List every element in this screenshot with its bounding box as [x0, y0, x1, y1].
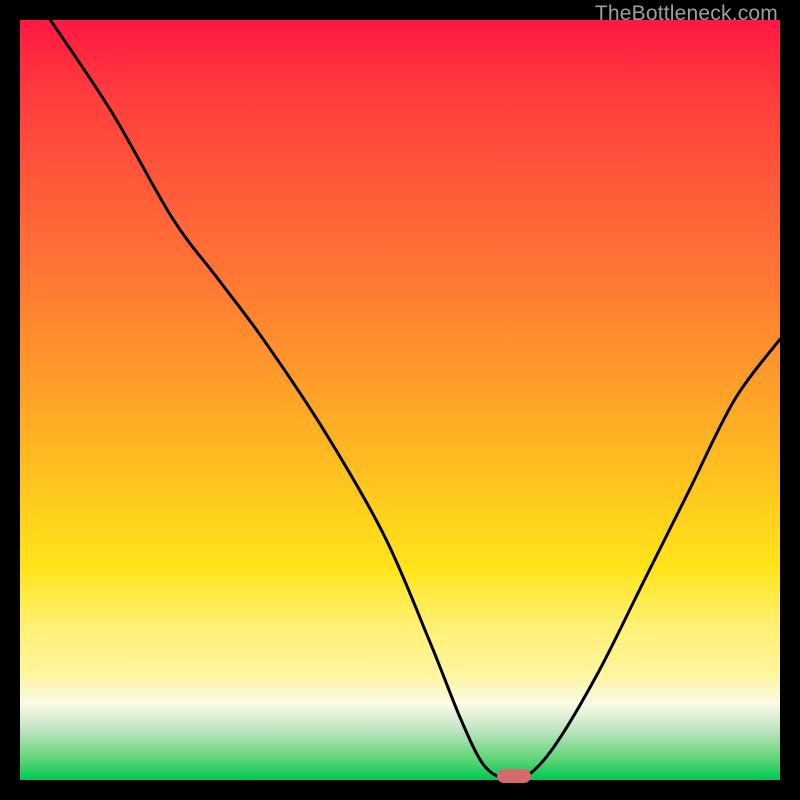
plot-area: [20, 20, 780, 780]
optimal-point-marker: [497, 769, 531, 783]
chart-frame: TheBottleneck.com: [0, 0, 800, 800]
bottleneck-curve: [20, 20, 780, 780]
